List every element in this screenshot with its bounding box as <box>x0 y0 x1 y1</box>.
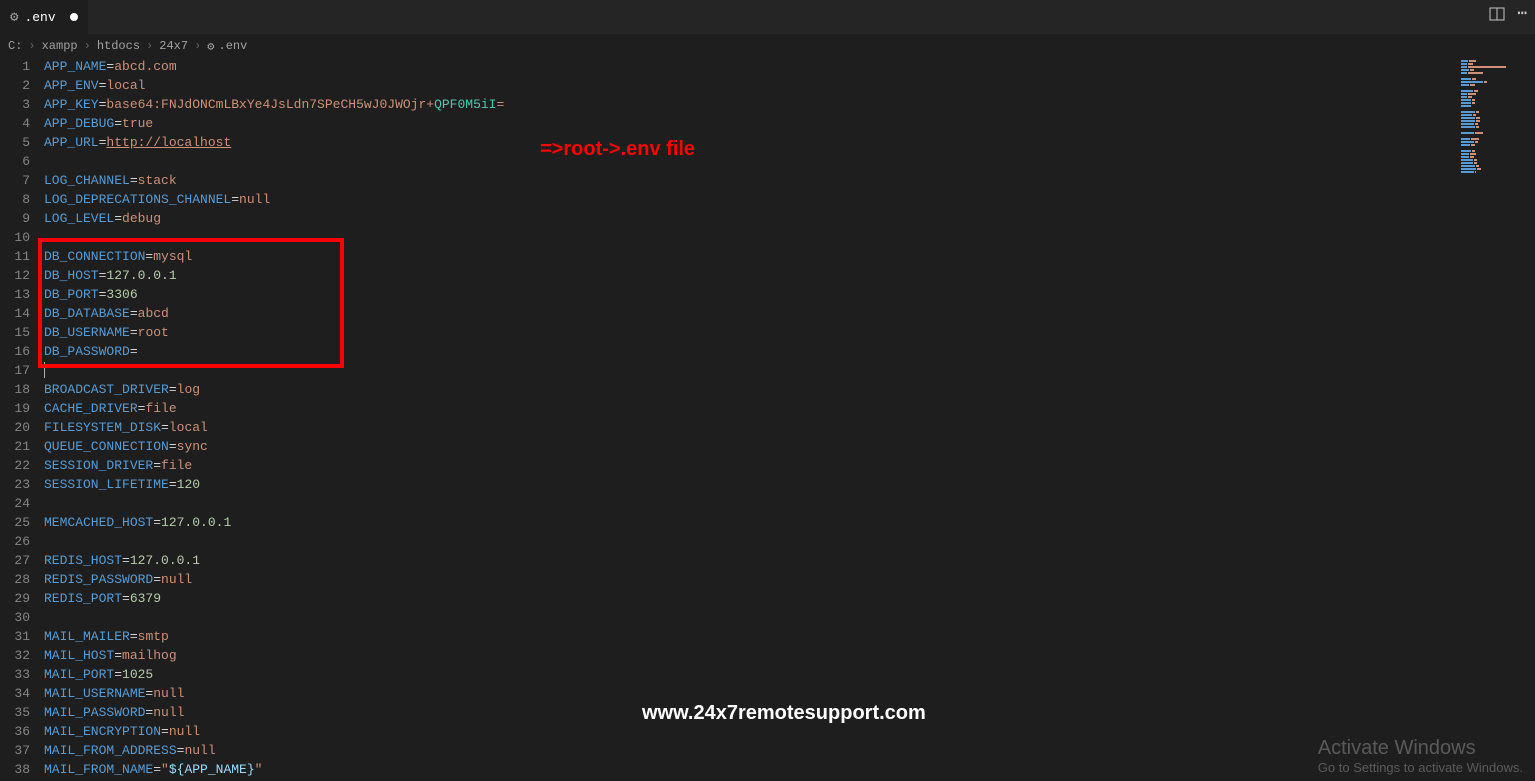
code-line[interactable]: BROADCAST_DRIVER=log <box>44 380 1535 399</box>
code-line[interactable]: DB_USERNAME=root <box>44 323 1535 342</box>
code-line[interactable]: SESSION_DRIVER=file <box>44 456 1535 475</box>
code-line[interactable]: FILESYSTEM_DISK=local <box>44 418 1535 437</box>
code-line[interactable]: APP_ENV=local <box>44 76 1535 95</box>
tab-env[interactable]: ⚙ .env <box>0 0 89 35</box>
watermark-text: www.24x7remotesupport.com <box>642 702 926 725</box>
line-number: 6 <box>0 152 30 171</box>
code-line[interactable]: REDIS_PASSWORD=null <box>44 570 1535 589</box>
code-line[interactable]: MAIL_FROM_NAME="${APP_NAME}" <box>44 760 1535 779</box>
code-line[interactable]: DB_CONNECTION=mysql <box>44 247 1535 266</box>
line-number: 2 <box>0 76 30 95</box>
tab-filename: .env <box>24 10 55 25</box>
code-line[interactable]: APP_DEBUG=true <box>44 114 1535 133</box>
code-area[interactable]: APP_NAME=abcd.comAPP_ENV=localAPP_KEY=ba… <box>44 57 1535 781</box>
activate-windows-title: Activate Windows <box>1318 737 1523 760</box>
code-line[interactable]: LOG_LEVEL=debug <box>44 209 1535 228</box>
line-number: 9 <box>0 209 30 228</box>
tab-bar: ⚙ .env ⋯ <box>0 0 1535 35</box>
gear-icon: ⚙ <box>10 9 18 26</box>
annotation-label: =>root->.env file <box>540 138 695 161</box>
line-number: 35 <box>0 703 30 722</box>
line-number: 14 <box>0 304 30 323</box>
breadcrumb[interactable]: C:› xampp› htdocs› 24x7› ⚙ .env <box>0 35 1535 57</box>
breadcrumb-segment[interactable]: C: <box>8 39 22 53</box>
line-number: 7 <box>0 171 30 190</box>
line-number: 24 <box>0 494 30 513</box>
code-line[interactable]: MAIL_FROM_ADDRESS=null <box>44 741 1535 760</box>
code-line[interactable]: APP_NAME=abcd.com <box>44 57 1535 76</box>
minimap[interactable] <box>1461 60 1531 170</box>
line-number: 34 <box>0 684 30 703</box>
line-number: 29 <box>0 589 30 608</box>
line-number: 25 <box>0 513 30 532</box>
code-line[interactable]: REDIS_HOST=127.0.0.1 <box>44 551 1535 570</box>
code-line[interactable]: MAIL_USERNAME=null <box>44 684 1535 703</box>
line-number: 18 <box>0 380 30 399</box>
code-line[interactable]: MAIL_MAILER=smtp <box>44 627 1535 646</box>
code-line[interactable]: DB_PORT=3306 <box>44 285 1535 304</box>
code-line[interactable] <box>44 361 1535 380</box>
code-line[interactable] <box>44 608 1535 627</box>
line-number-gutter: 1234567891011121314151617181920212223242… <box>0 57 44 781</box>
line-number: 17 <box>0 361 30 380</box>
line-number: 5 <box>0 133 30 152</box>
line-number: 21 <box>0 437 30 456</box>
code-line[interactable] <box>44 494 1535 513</box>
line-number: 26 <box>0 532 30 551</box>
line-number: 33 <box>0 665 30 684</box>
more-actions-icon[interactable]: ⋯ <box>1517 6 1527 26</box>
line-number: 1 <box>0 57 30 76</box>
activate-windows-overlay: Activate Windows Go to Settings to activ… <box>1318 737 1523 775</box>
breadcrumb-segment[interactable]: 24x7 <box>159 39 188 53</box>
line-number: 30 <box>0 608 30 627</box>
line-number: 8 <box>0 190 30 209</box>
breadcrumb-segment[interactable]: xampp <box>42 39 78 53</box>
modified-indicator-icon <box>70 13 78 21</box>
activate-windows-subtitle: Go to Settings to activate Windows. <box>1318 760 1523 775</box>
line-number: 27 <box>0 551 30 570</box>
line-number: 13 <box>0 285 30 304</box>
code-line[interactable]: DB_DATABASE=abcd <box>44 304 1535 323</box>
line-number: 15 <box>0 323 30 342</box>
text-cursor <box>44 362 45 378</box>
line-number: 37 <box>0 741 30 760</box>
line-number: 22 <box>0 456 30 475</box>
line-number: 10 <box>0 228 30 247</box>
code-line[interactable]: SESSION_LIFETIME=120 <box>44 475 1535 494</box>
line-number: 32 <box>0 646 30 665</box>
line-number: 28 <box>0 570 30 589</box>
code-line[interactable]: MEMCACHED_HOST=127.0.0.1 <box>44 513 1535 532</box>
line-number: 20 <box>0 418 30 437</box>
line-number: 19 <box>0 399 30 418</box>
gear-icon: ⚙ <box>207 39 214 54</box>
line-number: 23 <box>0 475 30 494</box>
code-line[interactable]: MAIL_PORT=1025 <box>44 665 1535 684</box>
code-line[interactable] <box>44 152 1535 171</box>
breadcrumb-segment[interactable]: .env <box>219 39 248 53</box>
line-number: 38 <box>0 760 30 779</box>
line-number: 36 <box>0 722 30 741</box>
code-line[interactable]: APP_URL=http://localhost <box>44 133 1535 152</box>
code-line[interactable]: APP_KEY=base64:FNJdONCmLBxYe4JsLdn7SPeCH… <box>44 95 1535 114</box>
code-line[interactable] <box>44 532 1535 551</box>
code-line[interactable]: MAIL_HOST=mailhog <box>44 646 1535 665</box>
line-number: 4 <box>0 114 30 133</box>
code-line[interactable]: DB_HOST=127.0.0.1 <box>44 266 1535 285</box>
code-line[interactable]: LOG_DEPRECATIONS_CHANNEL=null <box>44 190 1535 209</box>
code-line[interactable]: LOG_CHANNEL=stack <box>44 171 1535 190</box>
editor[interactable]: 1234567891011121314151617181920212223242… <box>0 57 1535 781</box>
line-number: 31 <box>0 627 30 646</box>
line-number: 11 <box>0 247 30 266</box>
code-line[interactable]: REDIS_PORT=6379 <box>44 589 1535 608</box>
breadcrumb-segment[interactable]: htdocs <box>97 39 140 53</box>
line-number: 12 <box>0 266 30 285</box>
line-number: 16 <box>0 342 30 361</box>
code-line[interactable]: DB_PASSWORD= <box>44 342 1535 361</box>
code-line[interactable]: CACHE_DRIVER=file <box>44 399 1535 418</box>
line-number: 3 <box>0 95 30 114</box>
split-editor-icon[interactable] <box>1489 6 1505 26</box>
code-line[interactable] <box>44 228 1535 247</box>
code-line[interactable]: QUEUE_CONNECTION=sync <box>44 437 1535 456</box>
